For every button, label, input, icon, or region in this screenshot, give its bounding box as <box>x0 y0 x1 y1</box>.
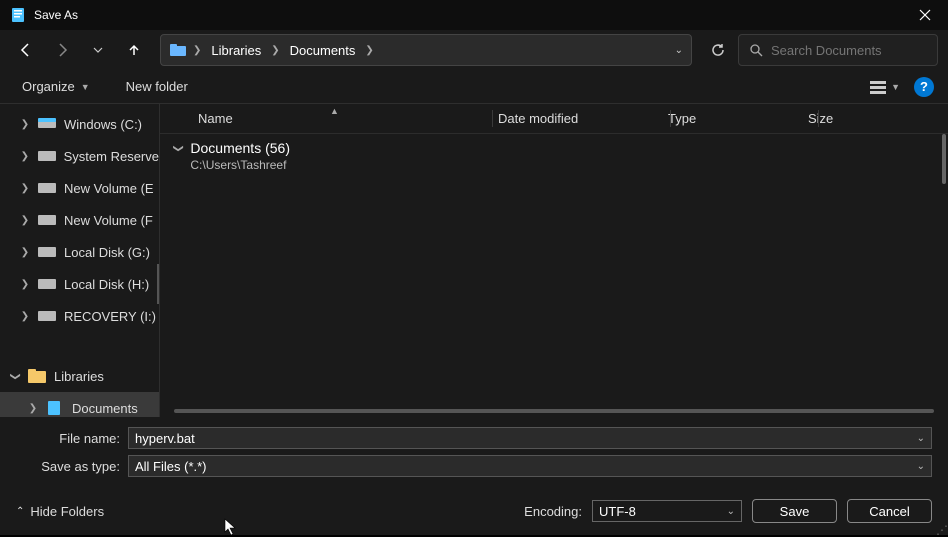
chevron-down-icon: ▼ <box>81 82 90 92</box>
sidebar: ❯ Windows (C:) ❯ System Reserve ❯ New Vo… <box>0 104 160 417</box>
back-button[interactable] <box>10 34 42 66</box>
sidebar-item-new-volume-e[interactable]: ❯ New Volume (E <box>0 172 159 204</box>
sidebar-item-recovery-i[interactable]: ❯ RECOVERY (I:) <box>0 300 159 332</box>
app-icon <box>10 7 26 23</box>
toolbar: Organize ▼ New folder ▼ ? <box>0 70 948 104</box>
chevron-right-icon: ❯ <box>271 45 279 56</box>
search-icon <box>749 43 763 57</box>
documents-icon <box>46 401 64 415</box>
sidebar-scrollbar[interactable] <box>157 264 159 304</box>
chevron-right-icon: ❯ <box>20 311 30 322</box>
chevron-down-icon: ▼ <box>891 82 900 92</box>
crumb-documents[interactable]: Documents <box>286 41 360 60</box>
drive-icon <box>38 151 56 161</box>
sidebar-item-system-reserve[interactable]: ❯ System Reserve <box>0 140 159 172</box>
horizontal-scrollbar[interactable] <box>174 409 934 413</box>
sidebar-item-windows-c[interactable]: ❯ Windows (C:) <box>0 108 159 140</box>
group-title: Documents (56) <box>190 140 290 156</box>
column-headers: Name Date modified Type Size ▲ <box>160 104 948 134</box>
view-button[interactable]: ▼ <box>863 77 906 97</box>
col-type[interactable]: Type <box>662 111 802 126</box>
titlebar: Save As <box>0 0 948 30</box>
chevron-down-icon: ❯ <box>10 371 21 381</box>
help-button[interactable]: ? <box>914 77 934 97</box>
group-path: C:\Users\Tashreef <box>190 158 290 172</box>
sidebar-item-documents[interactable]: ❯ Documents <box>0 392 159 417</box>
refresh-button[interactable] <box>702 34 734 66</box>
chevron-right-icon: ❯ <box>193 45 201 56</box>
file-list[interactable]: ❯ Documents (56) C:\Users\Tashreef <box>160 134 948 417</box>
drive-icon <box>38 247 56 257</box>
sort-indicator-icon: ▲ <box>330 106 339 116</box>
close-button[interactable] <box>902 0 948 30</box>
crumb-libraries[interactable]: Libraries <box>207 41 265 60</box>
savetype-select[interactable]: All Files (*.*) ⌄ <box>128 455 932 477</box>
list-view-icon <box>869 79 887 95</box>
sidebar-item-new-volume-f[interactable]: ❯ New Volume (F <box>0 204 159 236</box>
bottom-bar: ⌃ Hide Folders Encoding: UTF-8 ⌄ Save Ca… <box>0 489 948 535</box>
save-button[interactable]: Save <box>752 499 837 523</box>
drive-icon <box>38 183 56 193</box>
chevron-down-icon[interactable]: ⌄ <box>917 461 925 472</box>
col-name[interactable]: Name <box>192 111 492 126</box>
libraries-icon <box>28 369 46 383</box>
chevron-right-icon: ❯ <box>28 403 38 414</box>
forward-button[interactable] <box>46 34 78 66</box>
new-folder-button[interactable]: New folder <box>118 75 196 98</box>
vertical-scrollbar[interactable] <box>942 134 946 184</box>
chevron-right-icon: ❯ <box>20 247 30 258</box>
drive-icon <box>38 215 56 225</box>
folder-icon <box>169 42 187 58</box>
address-dropdown[interactable]: ⌄ <box>675 45 683 56</box>
drive-icon <box>38 311 56 321</box>
sidebar-item-local-disk-g[interactable]: ❯ Local Disk (G:) <box>0 236 159 268</box>
sidebar-item-local-disk-h[interactable]: ❯ Local Disk (H:) <box>0 268 159 300</box>
search-box[interactable] <box>738 34 938 66</box>
chevron-right-icon: ❯ <box>20 183 30 194</box>
group-documents[interactable]: ❯ Documents (56) C:\Users\Tashreef <box>174 140 934 172</box>
encoding-select[interactable]: UTF-8 ⌄ <box>592 500 742 522</box>
form-area: File name: hyperv.bat ⌄ Save as type: Al… <box>0 417 948 489</box>
cancel-button[interactable]: Cancel <box>847 499 932 523</box>
save-as-dialog: Save As ❯ Libraries ❯ Documents ❯ <box>0 0 948 535</box>
sidebar-item-libraries[interactable]: ❯ Libraries <box>0 360 159 392</box>
search-input[interactable] <box>771 43 947 58</box>
chevron-right-icon: ❯ <box>20 279 30 290</box>
chevron-right-icon: ❯ <box>20 215 30 226</box>
chevron-down-icon: ❯ <box>173 144 184 152</box>
window-title: Save As <box>34 8 902 22</box>
col-size[interactable]: Size <box>802 111 902 126</box>
chevron-right-icon: ❯ <box>365 45 373 56</box>
filename-input[interactable]: hyperv.bat ⌄ <box>128 427 932 449</box>
chevron-right-icon: ❯ <box>20 119 30 130</box>
chevron-up-icon: ⌃ <box>16 506 24 517</box>
chevron-down-icon[interactable]: ⌄ <box>727 506 735 517</box>
up-button[interactable] <box>118 34 150 66</box>
encoding-label: Encoding: <box>524 504 582 519</box>
chevron-right-icon: ❯ <box>20 151 30 162</box>
drive-icon <box>38 279 56 289</box>
navbar: ❯ Libraries ❯ Documents ❯ ⌄ <box>0 30 948 70</box>
file-pane: Name Date modified Type Size ▲ ❯ Documen… <box>160 104 948 417</box>
chevron-down-icon[interactable]: ⌄ <box>917 433 925 444</box>
drive-icon <box>38 118 56 130</box>
hide-folders-button[interactable]: ⌃ Hide Folders <box>16 504 104 519</box>
address-bar[interactable]: ❯ Libraries ❯ Documents ❯ ⌄ <box>160 34 692 66</box>
col-modified[interactable]: Date modified <box>492 111 662 126</box>
organize-button[interactable]: Organize ▼ <box>14 75 98 98</box>
filename-label: File name: <box>16 431 128 446</box>
recent-dropdown[interactable] <box>82 34 114 66</box>
savetype-label: Save as type: <box>16 459 128 474</box>
main-area: ❯ Windows (C:) ❯ System Reserve ❯ New Vo… <box>0 104 948 417</box>
